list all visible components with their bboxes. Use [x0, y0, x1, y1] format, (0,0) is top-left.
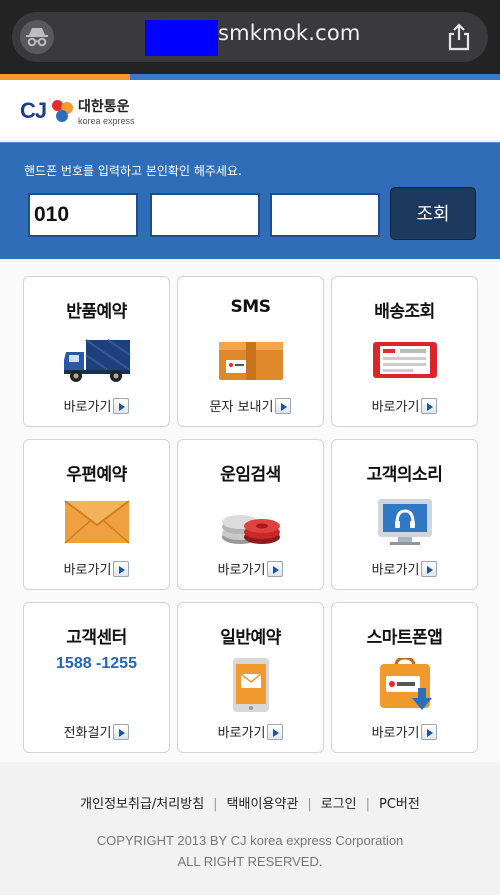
delivery-truck-icon — [64, 339, 131, 382]
copyright: COPYRIGHT 2013 BY CJ korea express Corpo… — [0, 830, 500, 872]
browser-toolbar: smkmok.com — [0, 0, 500, 74]
arrow-right-icon — [267, 561, 284, 577]
mobile-mail-icon — [233, 658, 269, 712]
arrow-right-icon — [421, 724, 438, 740]
phone-last-field[interactable] — [270, 193, 380, 237]
site-header: CJ 대한통운 korea express — [0, 80, 500, 140]
footer-link-privacy[interactable]: 개인정보취급/처리방침 — [71, 797, 213, 812]
redacted-url-part — [145, 20, 218, 56]
tile-action[interactable]: 전화걸기 — [24, 722, 169, 741]
brand-name-korean: 대한통운 — [78, 99, 130, 115]
tile-delivery-tracking[interactable]: 배송조회 바로가기 — [331, 276, 478, 427]
cj-logo-text: CJ — [20, 98, 47, 123]
phone-verification-panel: 핸드폰 번호를 입력하고 본인확인 해주세요. 010 조회 — [0, 142, 500, 259]
tile-action[interactable]: 바로가기 — [332, 722, 477, 741]
tile-mail-reservation[interactable]: 우편예약 바로가기 — [23, 439, 170, 590]
copyright-line-2: ALL RIGHT RESERVED. — [177, 854, 323, 869]
app-bag-download-icon — [380, 658, 432, 710]
lookup-button[interactable]: 조회 — [390, 187, 476, 240]
arrow-right-icon — [113, 724, 130, 740]
tile-action[interactable]: 바로가기 — [24, 396, 169, 415]
tile-return-reservation[interactable]: 반품예약 바로가기 — [23, 276, 170, 427]
parcel-box-icon — [219, 342, 283, 380]
arrow-right-icon — [421, 398, 438, 414]
tile-action[interactable]: 바로가기 — [332, 396, 477, 415]
footer-links: 개인정보취급/처리방침 | 택배이용약관 | 로그인 | PC버전 — [0, 793, 500, 812]
copyright-line-1: COPYRIGHT 2013 BY CJ korea express Corpo… — [96, 833, 404, 848]
footer-link-terms[interactable]: 택배이용약관 — [218, 797, 308, 812]
tile-title: 우편예약 — [66, 465, 127, 485]
tile-action[interactable]: 바로가기 — [178, 559, 323, 578]
service-grid: 반품예약 바로가기 SMS 문자 보내기 배송조회 바로가기 우편예약 바로가기… — [0, 262, 500, 762]
url-text: smkmok.com — [218, 21, 361, 45]
brand-name-english: korea express — [78, 116, 135, 126]
waybill-ticket-icon — [373, 342, 437, 378]
tile-title: 스마트폰앱 — [366, 628, 443, 648]
tile-action[interactable]: 바로가기 — [332, 559, 477, 578]
arrow-right-icon — [421, 561, 438, 577]
tile-fare-search[interactable]: 운임검색 바로가기 — [177, 439, 324, 590]
phone-prefix-field[interactable]: 010 — [28, 193, 138, 237]
address-bar[interactable]: smkmok.com — [12, 12, 488, 62]
incognito-icon[interactable] — [20, 20, 54, 54]
monitor-headset-icon — [378, 499, 432, 545]
arrow-right-icon — [113, 561, 130, 577]
tile-action[interactable]: 문자 보내기 — [178, 396, 323, 415]
coins-icon — [222, 515, 280, 544]
tile-title: SMS — [230, 297, 271, 317]
tile-customer-center[interactable]: 고객센터 1588 -1255 전화걸기 — [23, 602, 170, 753]
tile-action[interactable]: 바로가기 — [24, 559, 169, 578]
phone-middle-field[interactable] — [150, 193, 260, 237]
site-footer: 개인정보취급/처리방침 | 택배이용약관 | 로그인 | PC버전 COPYRIGHT 20… — [0, 768, 500, 895]
tile-general-reservation[interactable]: 일반예약 바로가기 — [177, 602, 324, 753]
footer-separator: | — [213, 797, 218, 812]
footer-link-pc-version[interactable]: PC버전 — [370, 797, 429, 812]
customer-center-phone[interactable]: 1588 -1255 — [24, 655, 169, 673]
tile-action[interactable]: 바로가기 — [178, 722, 323, 741]
tile-title: 반품예약 — [66, 302, 127, 322]
tile-sms[interactable]: SMS 문자 보내기 — [177, 276, 324, 427]
tile-smartphone-app[interactable]: 스마트폰앱 바로가기 — [331, 602, 478, 753]
tile-title: 배송조회 — [374, 302, 435, 322]
arrow-right-icon — [113, 398, 130, 414]
tile-customer-voice[interactable]: 고객의소리 바로가기 — [331, 439, 478, 590]
tile-title: 운임검색 — [220, 465, 281, 485]
share-icon[interactable] — [446, 23, 472, 51]
envelope-icon — [64, 500, 130, 544]
tile-title: 고객의소리 — [366, 465, 443, 485]
brand-logo[interactable]: CJ 대한통운 korea express — [20, 88, 160, 132]
footer-link-login[interactable]: 로그인 — [312, 797, 366, 812]
arrow-right-icon — [267, 724, 284, 740]
tile-title: 고객센터 — [66, 628, 127, 648]
arrow-right-icon — [275, 398, 292, 414]
tile-title: 일반예약 — [220, 628, 281, 648]
phone-instruction: 핸드폰 번호를 입력하고 본인확인 해주세요. — [24, 164, 242, 178]
